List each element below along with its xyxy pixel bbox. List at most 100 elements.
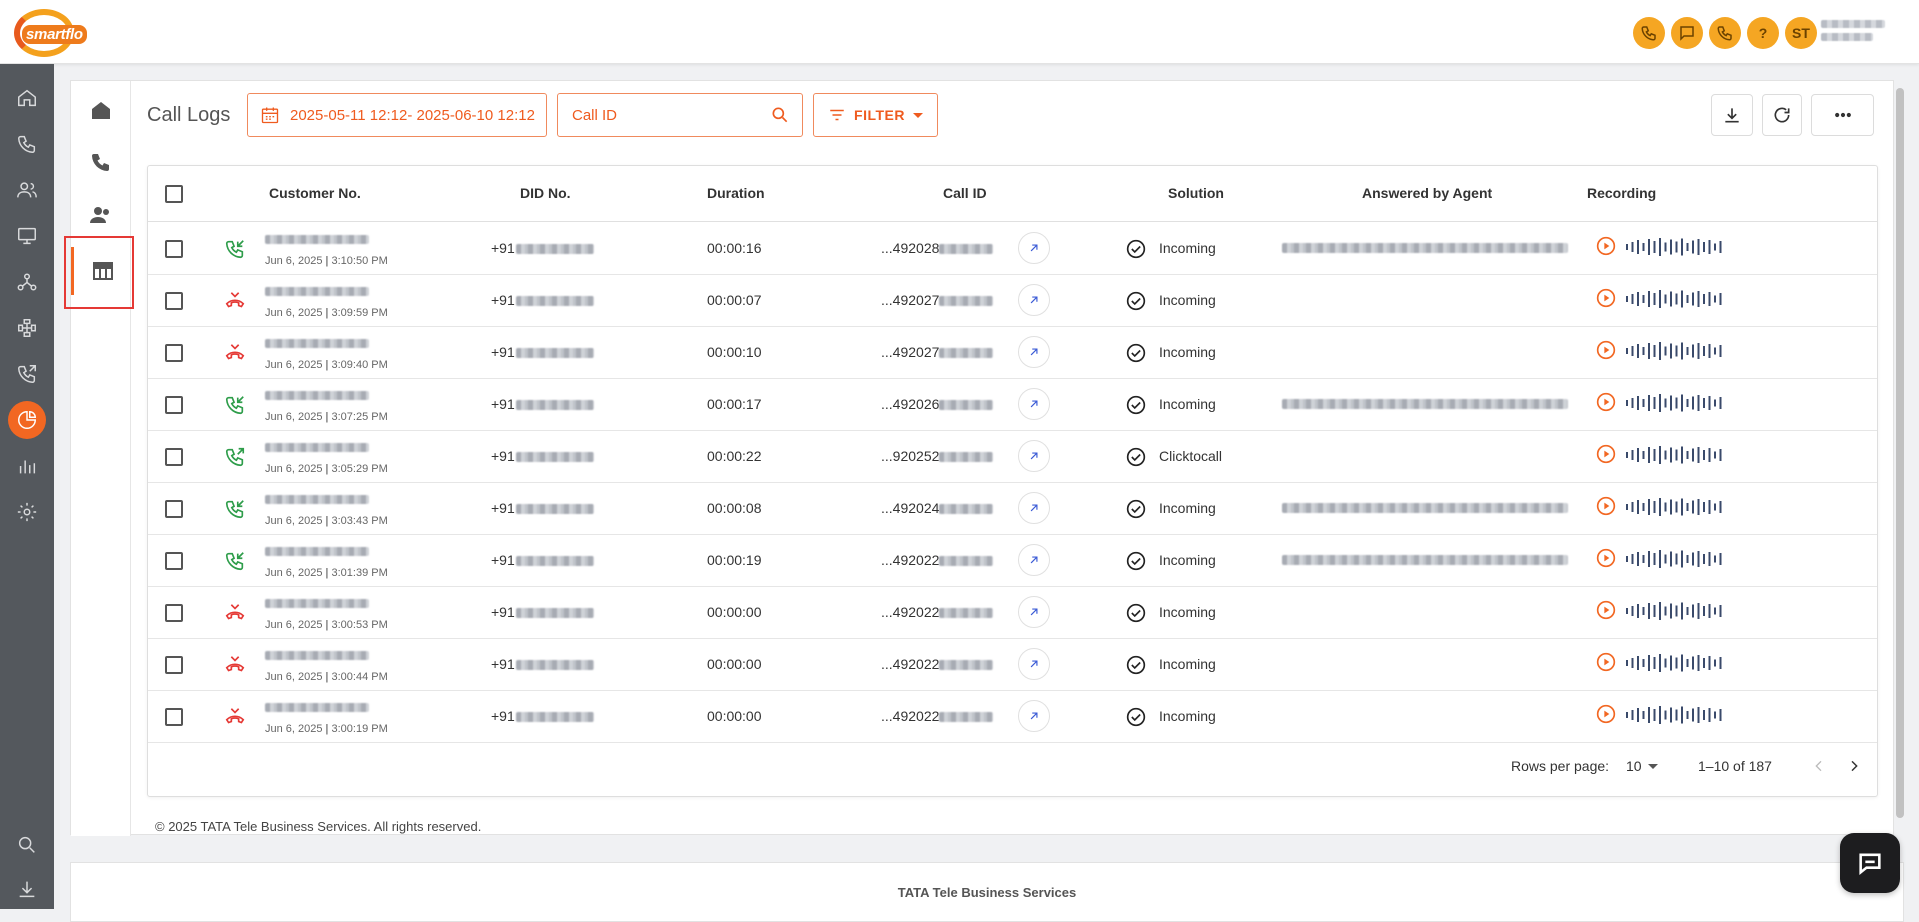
select-all-checkbox[interactable] [165,185,183,203]
filter-button[interactable]: FILTER [813,93,938,137]
next-page-icon[interactable] [1846,758,1862,774]
customer-number-blurred [265,495,369,504]
call-logs-table-icon[interactable] [71,247,131,295]
call-icon[interactable] [1709,17,1741,49]
row-checkbox[interactable] [165,552,183,570]
play-recording-icon[interactable] [1596,704,1616,724]
open-call-button[interactable] [1018,492,1050,524]
row-checkbox[interactable] [165,396,183,414]
download-button[interactable] [1711,94,1753,136]
header-solution[interactable]: Solution [1168,185,1224,201]
play-recording-icon[interactable] [1596,444,1616,464]
previous-page-icon[interactable] [1811,758,1827,774]
sms-icon[interactable] [1671,17,1703,49]
more-options-button[interactable] [1811,94,1874,136]
row-checkbox[interactable] [165,240,183,258]
download-icon[interactable] [8,870,46,908]
header-recording[interactable]: Recording [1587,185,1656,201]
table-row[interactable]: Jun 6, 2025 | 3:09:40 PM +91 00:00:10 ...49… [148,327,1877,379]
table-row[interactable]: Jun 6, 2025 | 3:00:53 PM +91 00:00:00 ...49… [148,587,1877,639]
audio-waveform-icon[interactable] [1626,653,1726,673]
open-call-button[interactable] [1018,388,1050,420]
audio-waveform-icon[interactable] [1626,393,1726,413]
header-agent[interactable]: Answered by Agent [1362,185,1492,201]
home-icon[interactable] [8,79,46,117]
audio-waveform-icon[interactable] [1626,497,1726,517]
audio-waveform-icon[interactable] [1626,445,1726,465]
table-row[interactable]: Jun 6, 2025 | 3:03:43 PM +91 00:00:08 ...49… [148,483,1877,535]
phone-icon[interactable] [8,125,46,163]
row-checkbox[interactable] [165,708,183,726]
call-id-search[interactable] [557,93,803,137]
call-id-input[interactable] [572,106,762,124]
open-call-button[interactable] [1018,700,1050,732]
users-icon[interactable] [8,171,46,209]
settings-gear-icon[interactable] [8,493,46,531]
row-checkbox[interactable] [165,292,183,310]
did-prefix: +91 [491,708,515,724]
open-call-button[interactable] [1018,648,1050,680]
phone-settings-icon[interactable] [1633,17,1665,49]
play-recording-icon[interactable] [1596,288,1616,308]
analytics-pie-icon[interactable] [8,401,46,439]
rows-per-page-select[interactable]: 10 [1626,758,1642,774]
scroll-thumb[interactable] [1896,88,1904,818]
play-recording-icon[interactable] [1596,548,1616,568]
table-row[interactable]: Jun 6, 2025 | 3:09:59 PM +91 00:00:07 ...49… [148,275,1877,327]
header-customer[interactable]: Customer No. [269,185,361,201]
call-transfer-icon[interactable] [8,355,46,393]
monitor-icon[interactable] [8,217,46,255]
date-range-picker[interactable]: 2025-05-11 12:12- 2025-06-10 12:12 [247,93,547,137]
row-checkbox[interactable] [165,500,183,518]
open-call-button[interactable] [1018,336,1050,368]
play-recording-icon[interactable] [1596,496,1616,516]
row-checkbox[interactable] [165,656,183,674]
play-recording-icon[interactable] [1596,340,1616,360]
search-icon[interactable] [770,105,790,125]
audio-waveform-icon[interactable] [1626,237,1726,257]
header-did[interactable]: DID No. [520,185,571,201]
open-call-button[interactable] [1018,440,1050,472]
help-icon[interactable]: ? [1747,17,1779,49]
table-row[interactable]: Jun 6, 2025 | 3:00:44 PM +91 00:00:00 ...49… [148,639,1877,691]
open-call-button[interactable] [1018,544,1050,576]
audio-waveform-icon[interactable] [1626,601,1726,621]
row-checkbox[interactable] [165,448,183,466]
play-recording-icon[interactable] [1596,392,1616,412]
audio-waveform-icon[interactable] [1626,705,1726,725]
play-recording-icon[interactable] [1596,236,1616,256]
call-outgoing-icon [225,447,245,467]
open-call-button[interactable] [1018,284,1050,316]
open-call-button[interactable] [1018,596,1050,628]
chat-button[interactable] [1840,833,1900,893]
table-row[interactable]: Jun 6, 2025 | 3:05:29 PM +91 00:00:22 ...92… [148,431,1877,483]
open-call-button[interactable] [1018,232,1050,264]
search-icon[interactable] [8,826,46,864]
row-checkbox[interactable] [165,344,183,362]
network-icon[interactable] [8,263,46,301]
duration: 00:00:07 [707,292,762,308]
row-checkbox[interactable] [165,604,183,622]
table-row[interactable]: Jun 6, 2025 | 3:07:25 PM +91 00:00:17 ...49… [148,379,1877,431]
header-duration[interactable]: Duration [707,185,765,201]
live-calls-icon[interactable] [77,138,125,186]
smartflo-logo[interactable]: smartflo [10,9,98,57]
page-scrollbar[interactable] [1895,80,1905,818]
agents-icon[interactable] [77,191,125,239]
rows-per-page-caret-icon[interactable] [1648,764,1658,769]
audio-waveform-icon[interactable] [1626,549,1726,569]
user-name-blurred[interactable] [1821,20,1891,46]
call-id-prefix: ...492022 [881,604,940,620]
integrations-icon[interactable] [8,309,46,347]
bar-chart-icon[interactable] [8,447,46,485]
refresh-button[interactable] [1762,94,1802,136]
header-call-id[interactable]: Call ID [943,185,987,201]
table-row[interactable]: Jun 6, 2025 | 3:10:50 PM +91 00:00:16 ...49… [148,223,1877,275]
play-recording-icon[interactable] [1596,652,1616,672]
audio-waveform-icon[interactable] [1626,289,1726,309]
user-avatar[interactable]: ST [1785,17,1817,49]
audio-waveform-icon[interactable] [1626,341,1726,361]
dashboard-home-icon[interactable] [77,86,125,134]
play-recording-icon[interactable] [1596,600,1616,620]
table-row[interactable]: Jun 6, 2025 | 3:01:39 PM +91 00:00:19 ...49… [148,535,1877,587]
